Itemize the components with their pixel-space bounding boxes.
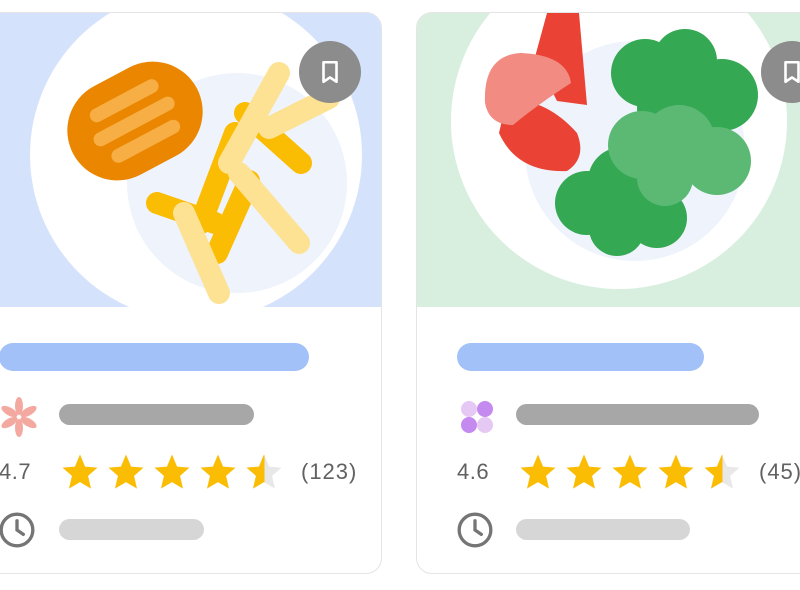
title-placeholder [0,343,309,371]
star-rating [59,451,285,493]
star-full-icon [62,454,98,489]
star-full-icon [612,454,648,489]
star-half-icon [246,454,282,489]
clock-icon [457,512,493,548]
star-full-icon [520,454,556,489]
rating-row: 4.6 (45) [457,450,800,494]
title-placeholder [457,343,704,371]
dots-grid-icon [461,401,493,433]
star-full-icon [200,454,236,489]
bookmark-icon [784,60,800,84]
star-full-icon [154,454,190,489]
star-full-icon [108,454,144,489]
recipe-card[interactable]: 4.6 (45) [416,12,800,574]
time-placeholder [59,519,204,540]
review-count: (45) [759,459,800,484]
recipe-card[interactable]: 4.7 (123) [0,12,382,574]
star-full-icon [566,454,602,489]
star-rating [517,451,743,493]
time-placeholder [516,519,690,540]
review-count: (123) [301,459,358,484]
bookmark-icon [322,60,338,84]
star-full-icon [658,454,694,489]
source-placeholder [516,404,759,425]
rating-row: 4.7 (123) [0,450,357,494]
save-button[interactable] [299,41,361,103]
clock-icon [0,512,35,548]
source-placeholder [59,404,254,425]
recipe-image[interactable] [417,13,800,307]
rating-value: 4.7 [0,459,32,484]
flower-icon [1,397,37,437]
star-half-icon [704,454,740,489]
rating-value: 4.6 [457,459,490,484]
